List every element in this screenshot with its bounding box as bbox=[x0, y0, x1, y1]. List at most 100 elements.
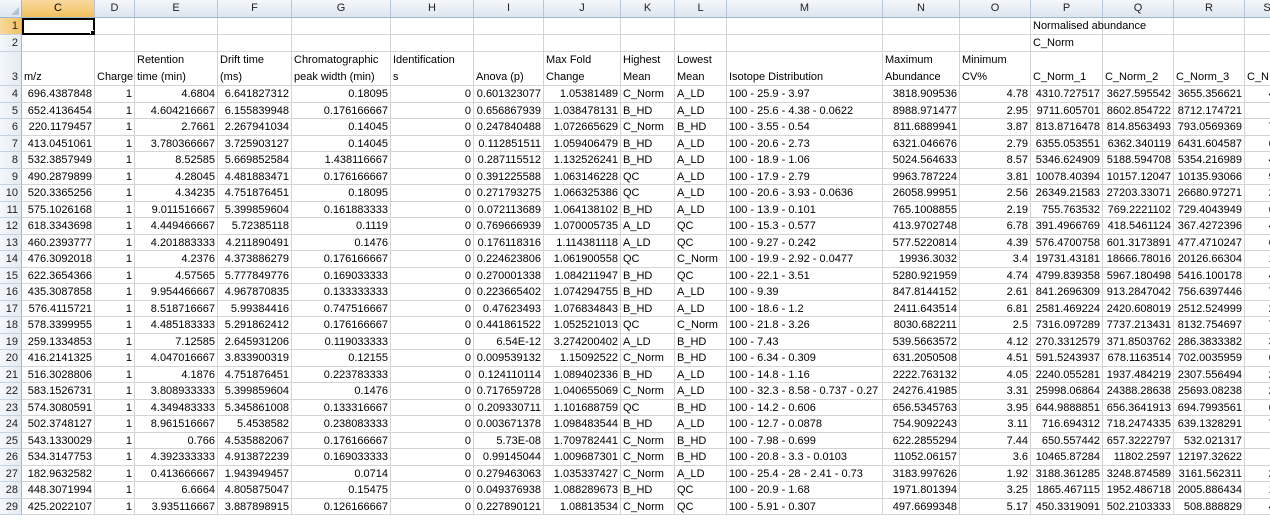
cell-J14[interactable]: 1.061900558 bbox=[544, 251, 621, 268]
cell-S24[interactable]: 704 bbox=[1245, 416, 1270, 433]
cell-D8[interactable]: 1 bbox=[95, 152, 135, 169]
cell-I19[interactable]: 6.54E-12 bbox=[474, 333, 544, 350]
cell-I24[interactable]: 0.003671378 bbox=[474, 416, 544, 433]
cell-J27[interactable]: 1.035337427 bbox=[544, 465, 621, 482]
cell-F29[interactable]: 3.887898915 bbox=[218, 498, 292, 515]
cell-O13[interactable]: 4.39 bbox=[960, 234, 1031, 251]
cell-S19[interactable]: 300 bbox=[1245, 334, 1270, 350]
cell-I27[interactable]: 0.279463063 bbox=[474, 465, 544, 482]
cell-C9[interactable]: 490.2879899 bbox=[22, 168, 95, 185]
cell-E2[interactable] bbox=[135, 35, 218, 52]
cell-I16[interactable]: 0.223665402 bbox=[474, 284, 544, 301]
cell-P17[interactable]: 2581.469224 bbox=[1031, 300, 1103, 317]
cell-P8[interactable]: 5346.624909 bbox=[1031, 152, 1103, 169]
row-number-11[interactable]: 11 bbox=[0, 201, 22, 218]
cell-I5[interactable]: 0.656867939 bbox=[474, 102, 544, 119]
cell-F21[interactable]: 4.751876451 bbox=[218, 366, 292, 383]
row-number-27[interactable]: 27 bbox=[0, 465, 22, 482]
cell-M6[interactable]: 100 - 3.55 - 0.54 bbox=[727, 119, 883, 136]
cell-J19[interactable]: 3.274200402 bbox=[544, 333, 621, 350]
cell-N1[interactable] bbox=[883, 18, 960, 35]
cell-F12[interactable]: 5.72385118 bbox=[218, 218, 292, 235]
cell-N21[interactable]: 2222.763132 bbox=[883, 366, 960, 383]
cell-J22[interactable]: 1.040655069 bbox=[544, 383, 621, 400]
cell-Q24[interactable]: 718.2474335 bbox=[1103, 416, 1174, 433]
column-header-S[interactable]: S bbox=[1245, 0, 1270, 17]
cell-F4[interactable]: 6.641827312 bbox=[218, 86, 292, 103]
cell-L13[interactable]: QC bbox=[675, 234, 727, 251]
cell-J5[interactable]: 1.038478131 bbox=[544, 102, 621, 119]
cell-C6[interactable]: 220.1179457 bbox=[22, 119, 95, 136]
cell-S7[interactable]: 609 bbox=[1245, 136, 1270, 152]
cell-K17[interactable]: B_HD bbox=[621, 300, 675, 317]
cell-H8[interactable]: 0 bbox=[391, 152, 474, 169]
cell-I21[interactable]: 0.124110114 bbox=[474, 366, 544, 383]
column-header-L[interactable]: L bbox=[675, 0, 727, 17]
cell-H22[interactable]: 0 bbox=[391, 383, 474, 400]
cell-O29[interactable]: 5.17 bbox=[960, 498, 1031, 515]
cell-H23[interactable]: 0 bbox=[391, 399, 474, 416]
cell-O12[interactable]: 6.78 bbox=[960, 218, 1031, 235]
cell-S25[interactable]: 61 bbox=[1245, 433, 1270, 449]
cell-O21[interactable]: 4.05 bbox=[960, 366, 1031, 383]
cell-H7[interactable]: 0 bbox=[391, 135, 474, 152]
cell-E18[interactable]: 4.485183333 bbox=[135, 317, 218, 334]
cell-F15[interactable]: 5.777849776 bbox=[218, 267, 292, 284]
cell-P10[interactable]: 26349.21583 bbox=[1031, 185, 1103, 202]
cell-F8[interactable]: 5.669852584 bbox=[218, 152, 292, 169]
cell-M5[interactable]: 100 - 25.6 - 4.38 - 0.0622 bbox=[727, 102, 883, 119]
cell-S3[interactable]: C_N bbox=[1245, 52, 1270, 86]
cell-O25[interactable]: 7.44 bbox=[960, 432, 1031, 449]
cell-J3[interactable]: Max Fold Change bbox=[544, 52, 621, 86]
cell-K14[interactable]: QC bbox=[621, 251, 675, 268]
cell-F24[interactable]: 5.4538582 bbox=[218, 416, 292, 433]
cell-C21[interactable]: 516.3028806 bbox=[22, 366, 95, 383]
cell-O15[interactable]: 4.74 bbox=[960, 267, 1031, 284]
cell-C11[interactable]: 575.1026168 bbox=[22, 201, 95, 218]
cell-L14[interactable]: C_Norm bbox=[675, 251, 727, 268]
cell-O11[interactable]: 2.19 bbox=[960, 201, 1031, 218]
cell-R19[interactable]: 286.3833382 bbox=[1174, 333, 1245, 350]
cell-L9[interactable]: A_LD bbox=[675, 168, 727, 185]
cell-P16[interactable]: 841.2696309 bbox=[1031, 284, 1103, 301]
cell-I22[interactable]: 0.717659728 bbox=[474, 383, 544, 400]
column-header-H[interactable]: H bbox=[391, 0, 474, 17]
cell-E25[interactable]: 0.766 bbox=[135, 432, 218, 449]
cell-Q1[interactable] bbox=[1103, 18, 1174, 35]
cell-N29[interactable]: 497.6699348 bbox=[883, 498, 960, 515]
cell-K21[interactable]: B_HD bbox=[621, 366, 675, 383]
cell-O7[interactable]: 2.79 bbox=[960, 135, 1031, 152]
row-number-24[interactable]: 24 bbox=[0, 416, 22, 433]
cell-K5[interactable]: B_HD bbox=[621, 102, 675, 119]
cell-Q28[interactable]: 1952.486718 bbox=[1103, 482, 1174, 499]
cell-H29[interactable]: 0 bbox=[391, 498, 474, 515]
cell-I1[interactable] bbox=[474, 18, 544, 35]
cell-P21[interactable]: 2240.055281 bbox=[1031, 366, 1103, 383]
cell-E20[interactable]: 4.047016667 bbox=[135, 350, 218, 367]
row-number-12[interactable]: 12 bbox=[0, 218, 22, 235]
cell-P25[interactable]: 650.557442 bbox=[1031, 432, 1103, 449]
cell-M25[interactable]: 100 - 7.98 - 0.699 bbox=[727, 432, 883, 449]
cell-I25[interactable]: 5.73E-08 bbox=[474, 432, 544, 449]
cell-P14[interactable]: 19731.43181 bbox=[1031, 251, 1103, 268]
cell-P20[interactable]: 591.5243937 bbox=[1031, 350, 1103, 367]
cell-P24[interactable]: 716.694312 bbox=[1031, 416, 1103, 433]
cell-P23[interactable]: 644.9888851 bbox=[1031, 399, 1103, 416]
cell-Q29[interactable]: 502.2103333 bbox=[1103, 498, 1174, 515]
cell-F20[interactable]: 3.833900319 bbox=[218, 350, 292, 367]
cell-S18[interactable]: 785 bbox=[1245, 317, 1270, 334]
cell-P2[interactable]: C_Norm bbox=[1031, 35, 1103, 52]
cell-E12[interactable]: 4.449466667 bbox=[135, 218, 218, 235]
cell-K16[interactable]: B_HD bbox=[621, 284, 675, 301]
cell-L17[interactable]: A_LD bbox=[675, 300, 727, 317]
cell-M29[interactable]: 100 - 5.91 - 0.307 bbox=[727, 498, 883, 515]
cell-N2[interactable] bbox=[883, 35, 960, 52]
cell-S20[interactable]: 604 bbox=[1245, 350, 1270, 367]
cell-D28[interactable]: 1 bbox=[95, 482, 135, 499]
cell-J13[interactable]: 1.114381118 bbox=[544, 234, 621, 251]
cell-O22[interactable]: 3.31 bbox=[960, 383, 1031, 400]
cell-G13[interactable]: 0.1476 bbox=[292, 234, 391, 251]
row-number-8[interactable]: 8 bbox=[0, 152, 22, 169]
cell-H14[interactable]: 0 bbox=[391, 251, 474, 268]
cell-Q6[interactable]: 814.8563493 bbox=[1103, 119, 1174, 136]
